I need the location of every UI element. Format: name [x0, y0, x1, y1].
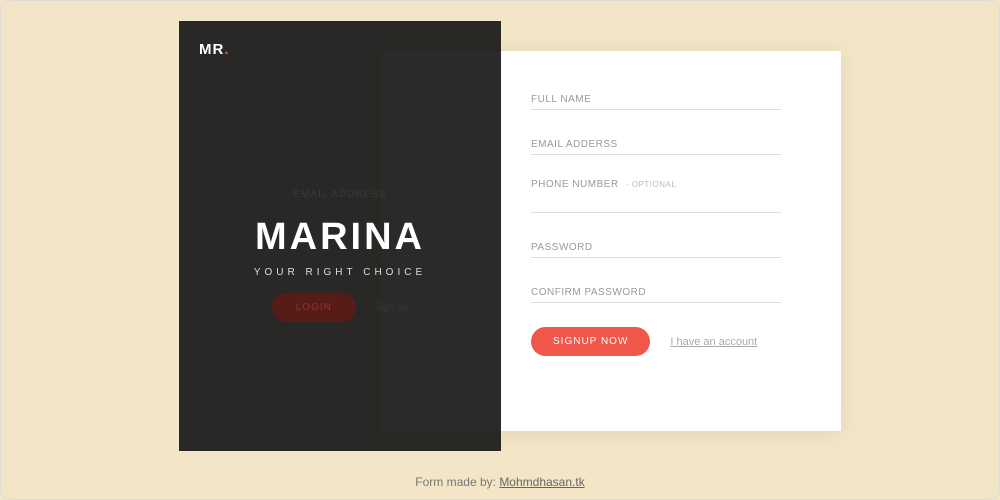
fullname-input[interactable]: [531, 90, 781, 110]
overlay-card: MR. EMAIL ADDRESS MARINA YOUR RIGHT CHOI…: [179, 21, 501, 451]
logo-dot: .: [224, 41, 229, 58]
phone-input[interactable]: [531, 193, 781, 213]
password-input[interactable]: [531, 238, 781, 258]
phone-label: PHONE NUMBER: [531, 179, 619, 190]
ghost-actions: LOGIN Sign up: [179, 293, 501, 322]
have-account-link[interactable]: I have an account: [670, 336, 757, 348]
email-field: [531, 134, 781, 155]
phone-hint: - OPTIONAL: [626, 180, 676, 189]
confirm-password-input[interactable]: [531, 283, 781, 303]
email-input[interactable]: [531, 135, 781, 155]
phone-field: PHONE NUMBER - OPTIONAL: [531, 179, 781, 213]
login-button[interactable]: LOGIN: [272, 293, 356, 322]
fullname-field: [531, 89, 781, 110]
brand: MARINA YOUR RIGHT CHOICE: [179, 216, 501, 278]
signup-actions: SIGNUP NOW I have an account: [531, 327, 781, 356]
signup-button[interactable]: SIGNUP NOW: [531, 327, 650, 356]
footer-author-link[interactable]: Mohmdhasan.tk: [499, 475, 584, 489]
ghost-signup-link[interactable]: Sign up: [374, 302, 408, 313]
confirm-password-field: [531, 282, 781, 303]
footer-prefix: Form made by:: [415, 475, 499, 489]
password-field: [531, 237, 781, 258]
ghost-email-label: EMAIL ADDRESS: [179, 189, 501, 200]
brand-title: MARINA: [179, 216, 501, 259]
page-container: PHONE NUMBER - OPTIONAL SIGNUP NOW I hav…: [1, 1, 999, 499]
logo-text: MR: [199, 41, 224, 58]
logo: MR.: [199, 41, 481, 58]
footer: Form made by: Mohmdhasan.tk: [1, 475, 999, 489]
brand-subtitle: YOUR RIGHT CHOICE: [179, 267, 501, 278]
